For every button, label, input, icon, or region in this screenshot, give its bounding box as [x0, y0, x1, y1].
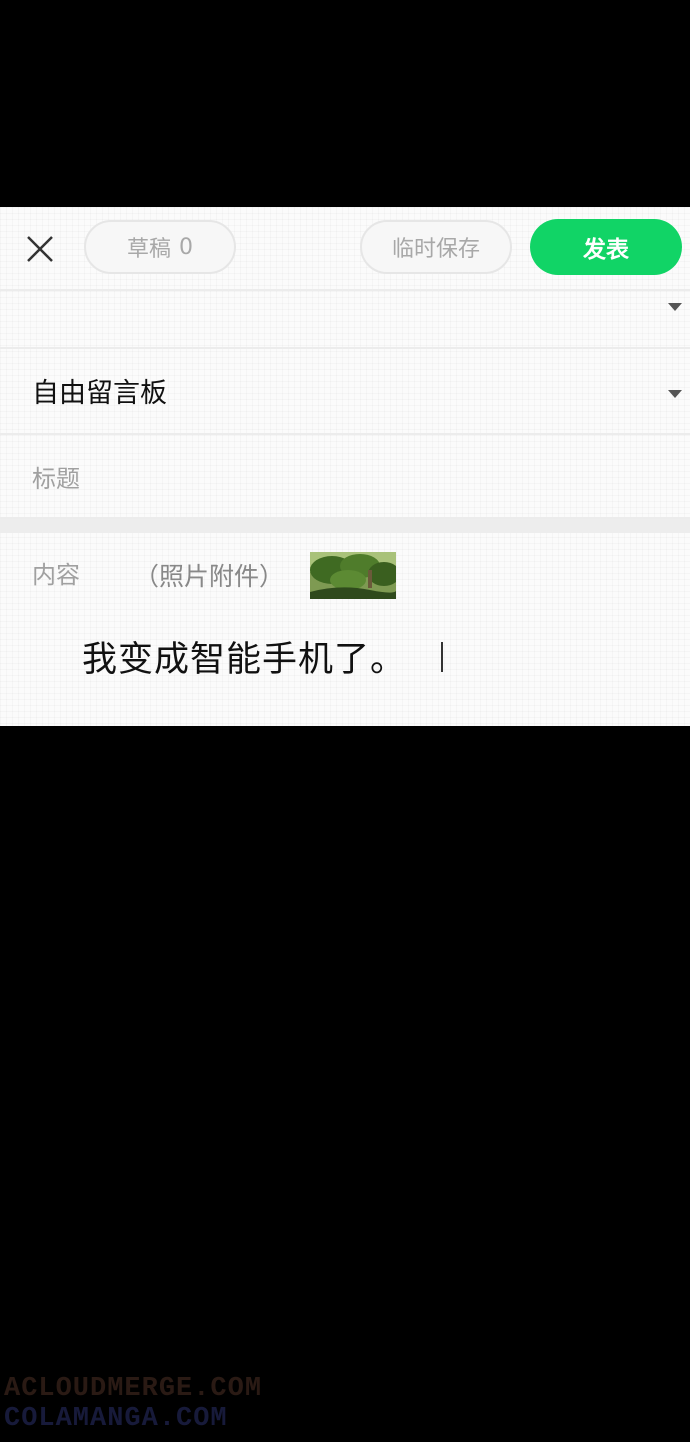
draft-label: 草稿	[126, 237, 171, 262]
title-placeholder: 标题	[32, 465, 80, 493]
attachment-label: （照片附件）	[134, 562, 285, 591]
watermark-line-1: ACLOUDMERGE.COM	[4, 1374, 263, 1404]
content-editor[interactable]: 内容 （照片附件） 我变成智能手机了。	[0, 533, 690, 726]
temp-save-button[interactable]: 临时保存	[360, 220, 512, 274]
photo-image	[310, 552, 396, 599]
publish-label: 发表	[583, 237, 629, 263]
watermark-line-2: COLAMANGA.COM	[4, 1404, 228, 1434]
text-cursor	[441, 642, 443, 672]
content-label: 内容	[32, 561, 80, 589]
editor-header: 草稿 0 临时保存 发表	[0, 207, 690, 291]
close-icon	[27, 236, 53, 262]
dropdown-caret-icon	[668, 303, 682, 311]
board-select[interactable]: 自由留言板	[0, 349, 690, 435]
temp-save-label: 临时保存	[391, 237, 480, 262]
draft-button[interactable]: 草稿 0	[84, 220, 236, 274]
post-editor: 草稿 0 临时保存 发表 自由留言板 标题 内容 （照片附件） 我变成智能手机了…	[0, 207, 690, 726]
section-divider	[0, 519, 690, 533]
attached-photo-thumbnail[interactable]	[310, 552, 396, 599]
board-name: 自由留言板	[32, 378, 167, 409]
title-field[interactable]: 标题	[0, 435, 690, 519]
content-text: 我变成智能手机了。	[82, 640, 407, 680]
publish-button[interactable]: 发表	[530, 219, 682, 275]
close-button[interactable]	[18, 227, 62, 271]
dropdown-caret-icon	[668, 390, 682, 398]
draft-count: 0	[179, 234, 193, 260]
category-select[interactable]	[0, 291, 690, 349]
